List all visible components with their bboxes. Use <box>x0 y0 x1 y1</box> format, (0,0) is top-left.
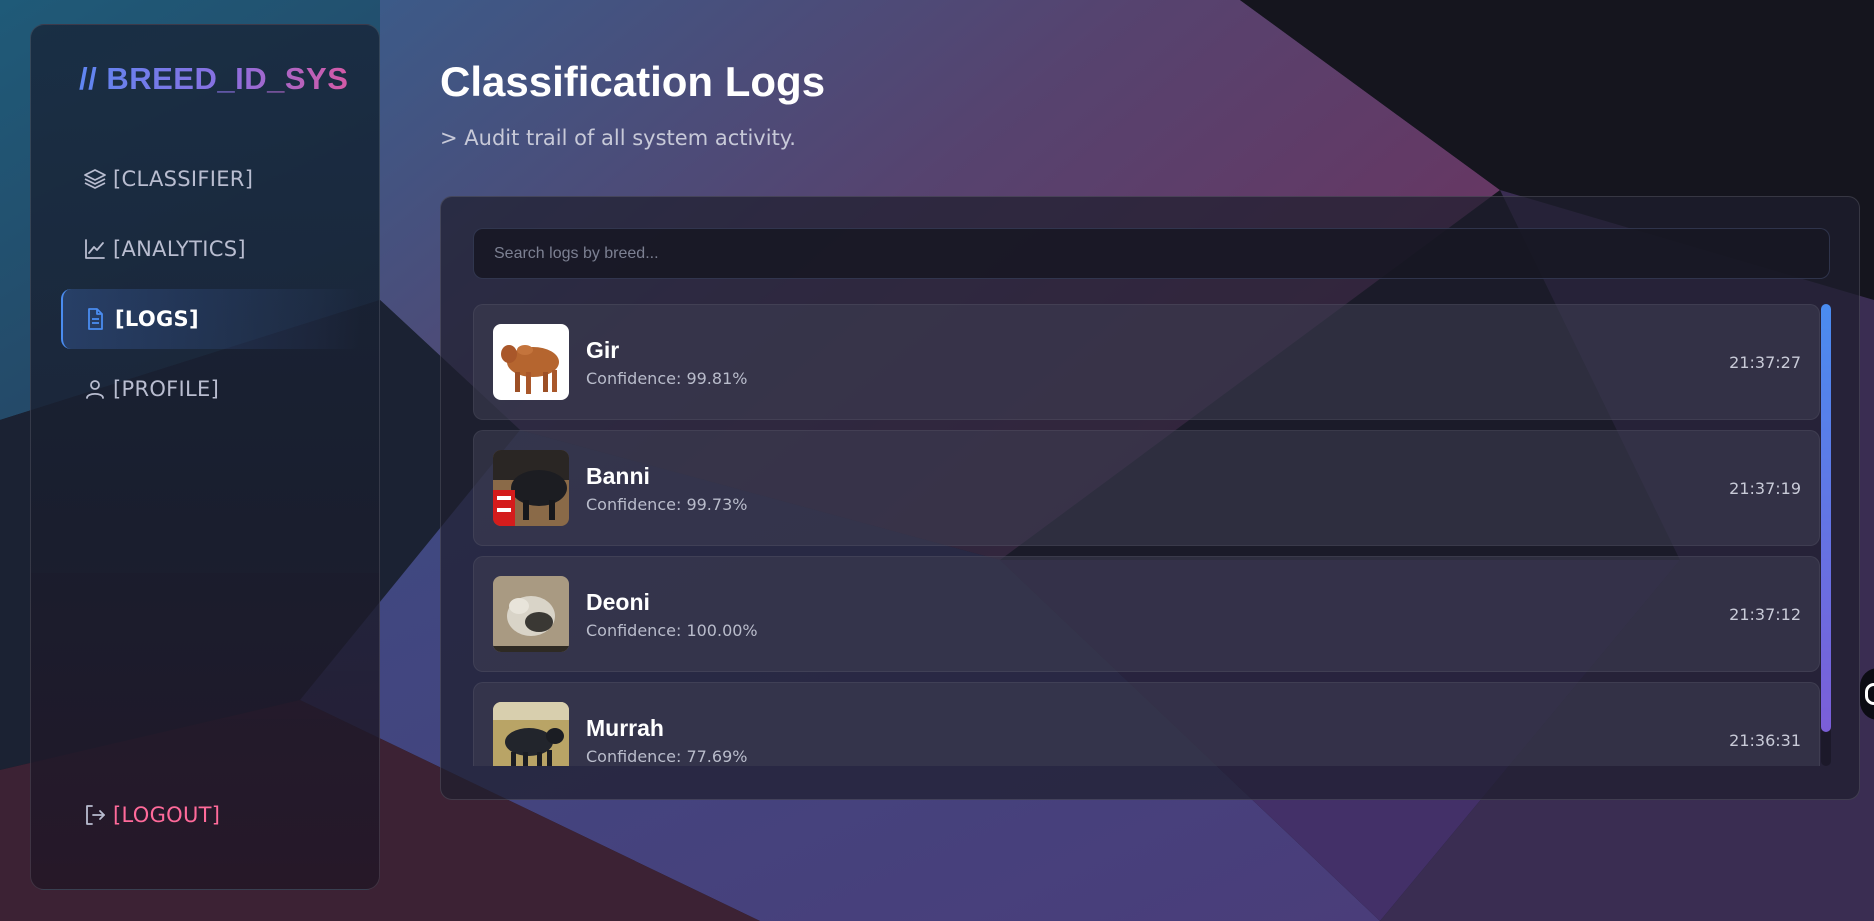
page-title: Classification Logs <box>440 58 826 105</box>
user-icon <box>86 380 104 399</box>
scrollbar-thumb[interactable] <box>1821 304 1831 732</box>
sidebar-item-classifier[interactable]: [CLASSIFIER] <box>61 149 361 209</box>
breed-name: Deoni <box>586 589 650 615</box>
logs-panel: Gir Confidence: 99.81% 21:37:27 Banni Co… <box>440 196 1860 800</box>
timestamp: 21:37:27 <box>1729 353 1801 372</box>
logout-label: [LOGOUT] <box>113 803 221 827</box>
confidence-text: Confidence: 99.73% <box>586 495 748 514</box>
sidebar-item-label: [ANALYTICS] <box>113 237 246 261</box>
search-input[interactable] <box>473 228 1830 279</box>
logout-icon <box>86 805 105 825</box>
breed-thumbnail <box>493 324 569 400</box>
list-item[interactable]: Gir Confidence: 99.81% 21:37:27 <box>473 304 1820 420</box>
sidebar-item-label: [LOGS] <box>115 307 199 331</box>
list-item[interactable]: Banni Confidence: 99.73% 21:37:19 <box>473 430 1820 546</box>
document-icon <box>88 308 103 330</box>
layers-icon <box>84 169 106 189</box>
list-item[interactable]: Deoni Confidence: 100.00% 21:37:12 <box>473 556 1820 672</box>
sidebar-item-analytics[interactable]: [ANALYTICS] <box>61 219 361 279</box>
sidebar-item-profile[interactable]: [PROFILE] <box>61 359 361 419</box>
logs-list[interactable]: Gir Confidence: 99.81% 21:37:27 Banni Co… <box>473 304 1820 766</box>
line-chart-icon <box>85 239 105 259</box>
timestamp: 21:36:31 <box>1729 731 1801 750</box>
list-item[interactable]: Murrah Confidence: 77.69% 21:36:31 <box>473 682 1820 766</box>
breed-name: Banni <box>586 463 650 489</box>
page-subtitle: > Audit trail of all system activity. <box>440 126 796 150</box>
breed-thumbnail <box>493 576 569 652</box>
link-icon <box>1865 683 1874 705</box>
sidebar: // BREED_ID_SYS [CLASSIFIER] [ANALYTICS] <box>30 24 380 890</box>
sidebar-item-label: [PROFILE] <box>113 377 220 401</box>
confidence-text: Confidence: 99.81% <box>586 369 748 388</box>
confidence-text: Confidence: 100.00% <box>586 621 758 640</box>
logout-button[interactable]: [LOGOUT] <box>61 785 361 845</box>
breed-name: Murrah <box>586 715 664 741</box>
breed-thumbnail <box>493 702 569 766</box>
breed-name: Gir <box>586 337 620 363</box>
sidebar-item-logs[interactable]: [LOGS] <box>61 289 361 349</box>
sidebar-item-label: [CLASSIFIER] <box>113 167 254 191</box>
timestamp: 21:37:19 <box>1729 479 1801 498</box>
scrollbar[interactable] <box>1821 304 1831 766</box>
confidence-text: Confidence: 77.69% <box>586 747 748 766</box>
sidebar-nav: [CLASSIFIER] [ANALYTICS] [LOGS] [PROFILE… <box>61 149 361 429</box>
timestamp: 21:37:12 <box>1729 605 1801 624</box>
brand-logo: // BREED_ID_SYS <box>79 61 349 96</box>
breed-thumbnail <box>493 450 569 526</box>
